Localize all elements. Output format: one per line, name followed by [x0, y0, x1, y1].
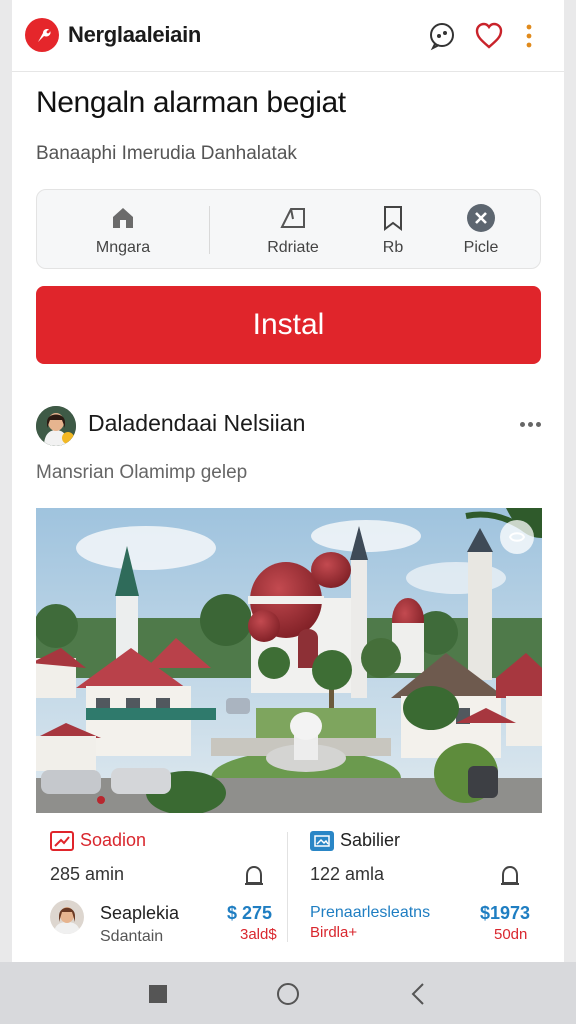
listing-price: $1973 [480, 903, 531, 923]
card-divider [287, 832, 288, 942]
listing-header: Soadion [50, 830, 146, 851]
action-tag[interactable]: Rdriate [237, 190, 349, 270]
listing-title: Sabilier [340, 830, 401, 850]
bell-icon[interactable] [498, 864, 522, 890]
listing-meta: 285 amin [50, 864, 125, 884]
heart-icon[interactable] [473, 20, 505, 52]
action-label: Rdriate [267, 239, 319, 256]
app-logo-icon[interactable] [25, 18, 59, 52]
install-button[interactable]: Instal [36, 286, 541, 364]
listing-card[interactable]: Sabilier 122 amla Prenaarlesleatns Birdl… [310, 820, 540, 950]
listing-price-sub: 3ald$ [240, 926, 277, 943]
app-screen: Nerglaaleiain Nengaln alarman begiat Ban… [12, 0, 564, 1024]
action-label: Rb [382, 239, 404, 256]
more-horizontal-icon[interactable] [512, 410, 548, 438]
image-icon [310, 830, 334, 851]
seller-name: Prenaarlesleatns [310, 904, 431, 921]
seller-avatar[interactable] [50, 900, 84, 934]
page-subtitle: Banaaphi Imerudia Danhalatak [36, 143, 297, 164]
action-home[interactable]: Mngara [67, 190, 179, 270]
action-close[interactable]: Picle [441, 190, 521, 270]
recent-apps-icon[interactable] [144, 980, 172, 1008]
listing-price: $ 275 [227, 903, 273, 923]
listing-meta: 122 amla [310, 864, 385, 884]
expand-icon[interactable] [500, 520, 534, 554]
back-icon[interactable] [404, 980, 432, 1008]
action-strip: Mngara Rdriate Rb Picle [36, 189, 541, 269]
page-title: Nengaln alarman begiat [36, 86, 346, 119]
action-label: Mngara [95, 239, 151, 256]
system-nav-bar [0, 962, 576, 1024]
listing-card[interactable]: Soadion 285 amin Seaplekia Sdantain $ 27… [50, 820, 280, 950]
more-vertical-icon[interactable] [522, 20, 536, 52]
home-nav-icon[interactable] [274, 980, 302, 1008]
chart-icon [50, 830, 74, 851]
tag-icon [278, 203, 308, 233]
bell-icon[interactable] [242, 864, 266, 890]
avatar[interactable] [36, 406, 76, 446]
app-title: Nerglaaleiain [68, 22, 202, 47]
action-label: Picle [463, 239, 499, 256]
home-icon [108, 203, 138, 233]
post-author[interactable]: Daladendaai Nelsiian [88, 410, 305, 437]
bookmark-icon [378, 203, 408, 233]
chat-icon[interactable] [426, 20, 458, 52]
listing-title: Soadion [80, 830, 147, 850]
listing-price-sub: 50dn [494, 926, 528, 943]
close-circle-icon [466, 203, 496, 233]
listing-header: Sabilier [310, 830, 400, 851]
post-caption: Mansrian Olamimp gelep [36, 462, 248, 483]
divider [209, 206, 210, 254]
action-bookmark[interactable]: Rb [357, 190, 429, 270]
post-image[interactable] [36, 508, 542, 813]
seller-name: Seaplekia [100, 903, 180, 923]
seller-sub: Sdantain [100, 928, 164, 945]
seller-sub: Birdla+ [310, 924, 358, 941]
app-bar: Nerglaaleiain [12, 0, 564, 72]
